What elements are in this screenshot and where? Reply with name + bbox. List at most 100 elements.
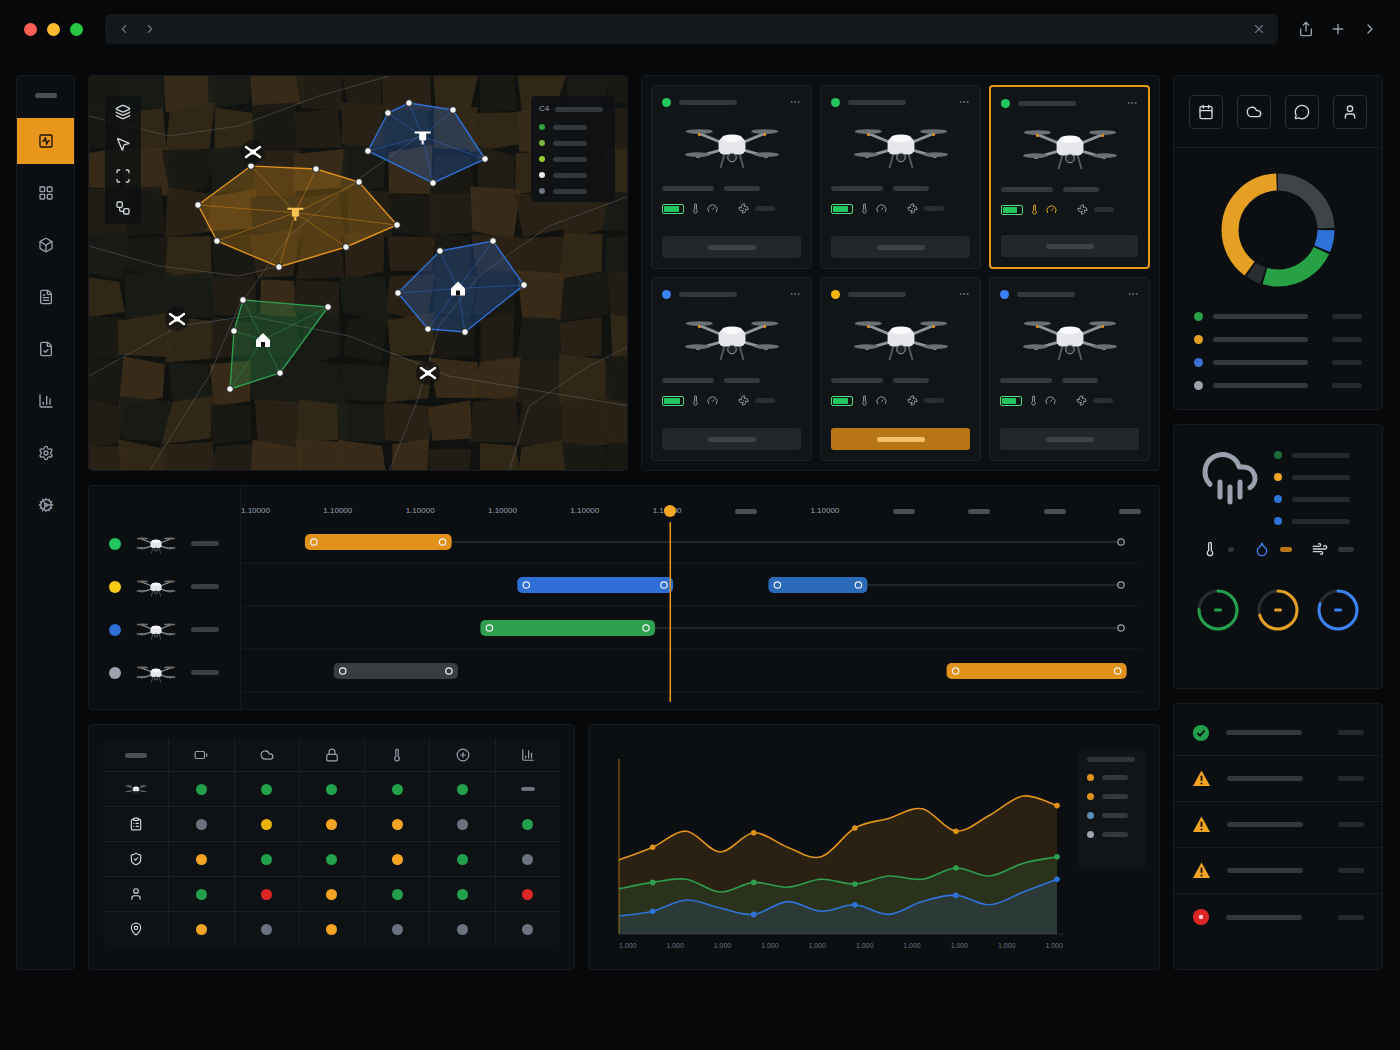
map-panel[interactable]: C4 [88,75,628,471]
timeline-segment[interactable] [768,577,867,593]
timeline-row-label[interactable] [89,608,240,651]
route-icon[interactable] [115,200,131,216]
alert-row[interactable] [1174,802,1382,848]
more-icon[interactable] [1362,21,1378,37]
more-icon[interactable] [789,288,801,300]
chart-point[interactable] [1054,803,1060,809]
sidebar-item[interactable] [17,222,74,268]
timeline-chart[interactable] [241,522,1141,702]
chart-point[interactable] [650,844,656,850]
donut-segment[interactable] [1230,182,1326,278]
timeline-row-label[interactable] [89,651,240,694]
share-icon[interactable] [1298,21,1314,37]
more-icon[interactable] [789,96,801,108]
chart-point[interactable] [852,902,858,908]
donut-chart[interactable] [1216,168,1340,292]
donut-segment[interactable] [1230,182,1326,278]
back-icon[interactable] [117,22,131,36]
drone-card[interactable] [989,85,1150,269]
card-action-button[interactable] [1000,428,1139,450]
calendar-icon [1198,104,1214,120]
card-action-button[interactable] [662,236,801,258]
chart-point[interactable] [1054,854,1060,860]
alert-row[interactable] [1174,756,1382,802]
chart-point[interactable] [852,825,858,831]
chart-point[interactable] [751,830,757,836]
status-dot [392,924,403,935]
layers-icon[interactable] [115,104,131,120]
sidebar-item[interactable] [17,482,74,528]
chart-point[interactable] [953,828,959,834]
more-icon[interactable] [958,96,970,108]
timeline-row-label[interactable] [89,565,240,608]
sidebar-item[interactable] [17,118,74,164]
sidebar-item[interactable] [17,430,74,476]
drone-card[interactable] [820,85,981,269]
donut-segment[interactable] [1230,182,1326,278]
card-action-button[interactable] [831,236,970,258]
chart-point[interactable] [953,892,959,898]
more-icon[interactable] [1126,97,1138,109]
placeholder-bar [1227,822,1303,827]
drone-marker-icon[interactable] [241,140,265,164]
now-marker[interactable] [664,505,676,517]
donut-segment[interactable] [1230,182,1326,278]
drone-card[interactable] [820,277,981,461]
table-row[interactable] [103,806,560,841]
sidebar-item[interactable] [17,378,74,424]
card-action-button[interactable] [831,428,970,450]
sidebar-item[interactable] [17,274,74,320]
drone-marker-icon[interactable] [165,307,189,331]
chart-point[interactable] [751,880,757,886]
toolbar-button[interactable] [1237,95,1271,129]
timeline-segment[interactable] [305,534,452,550]
forward-icon[interactable] [143,22,157,36]
table-row[interactable] [103,911,560,946]
alert-row[interactable] [1174,848,1382,894]
close-icon[interactable] [1252,22,1266,36]
toolbar-button[interactable] [1189,95,1223,129]
more-icon[interactable] [958,288,970,300]
zoom-dot[interactable] [70,23,83,36]
pointer-icon[interactable] [115,136,131,152]
alert-row[interactable] [1174,894,1382,940]
drone-card[interactable] [651,85,812,269]
sidebar-item[interactable] [17,326,74,372]
table-row[interactable] [103,876,560,911]
timeline-segment[interactable] [947,663,1127,679]
card-action-button[interactable] [1001,235,1138,257]
chart-point[interactable] [1054,876,1060,882]
table-row[interactable] [103,841,560,876]
map-zone[interactable] [395,238,528,336]
drone-card[interactable] [651,277,812,461]
map-zone[interactable] [195,163,401,271]
card-action-button[interactable] [662,428,801,450]
timeline-row-label[interactable] [89,522,240,565]
minimize-dot[interactable] [47,23,60,36]
toolbar-button[interactable] [1333,95,1367,129]
drone-card[interactable] [989,277,1150,461]
map-zone[interactable] [227,297,332,393]
toolbar-button[interactable] [1285,95,1319,129]
timeline-segment[interactable] [480,620,655,636]
line-chart[interactable] [613,739,1063,939]
chart-point[interactable] [650,880,656,886]
map-zone[interactable] [365,100,489,187]
drone-marker-icon[interactable] [416,361,440,385]
chart-point[interactable] [650,908,656,914]
sidebar-item[interactable] [17,170,74,216]
new-tab-icon[interactable] [1330,21,1346,37]
donut-segment[interactable] [1230,182,1326,278]
close-dot[interactable] [24,23,37,36]
timeline-segment[interactable] [517,577,673,593]
table-row[interactable] [103,771,560,806]
chart-point[interactable] [852,881,858,887]
chart-point[interactable] [953,865,959,871]
alert-row[interactable] [1174,710,1382,756]
legend-item [1087,812,1137,819]
timeline-segment[interactable] [334,663,458,679]
focus-icon[interactable] [115,168,131,184]
address-bar[interactable] [105,14,1278,44]
chart-point[interactable] [751,912,757,918]
more-icon[interactable] [1127,288,1139,300]
